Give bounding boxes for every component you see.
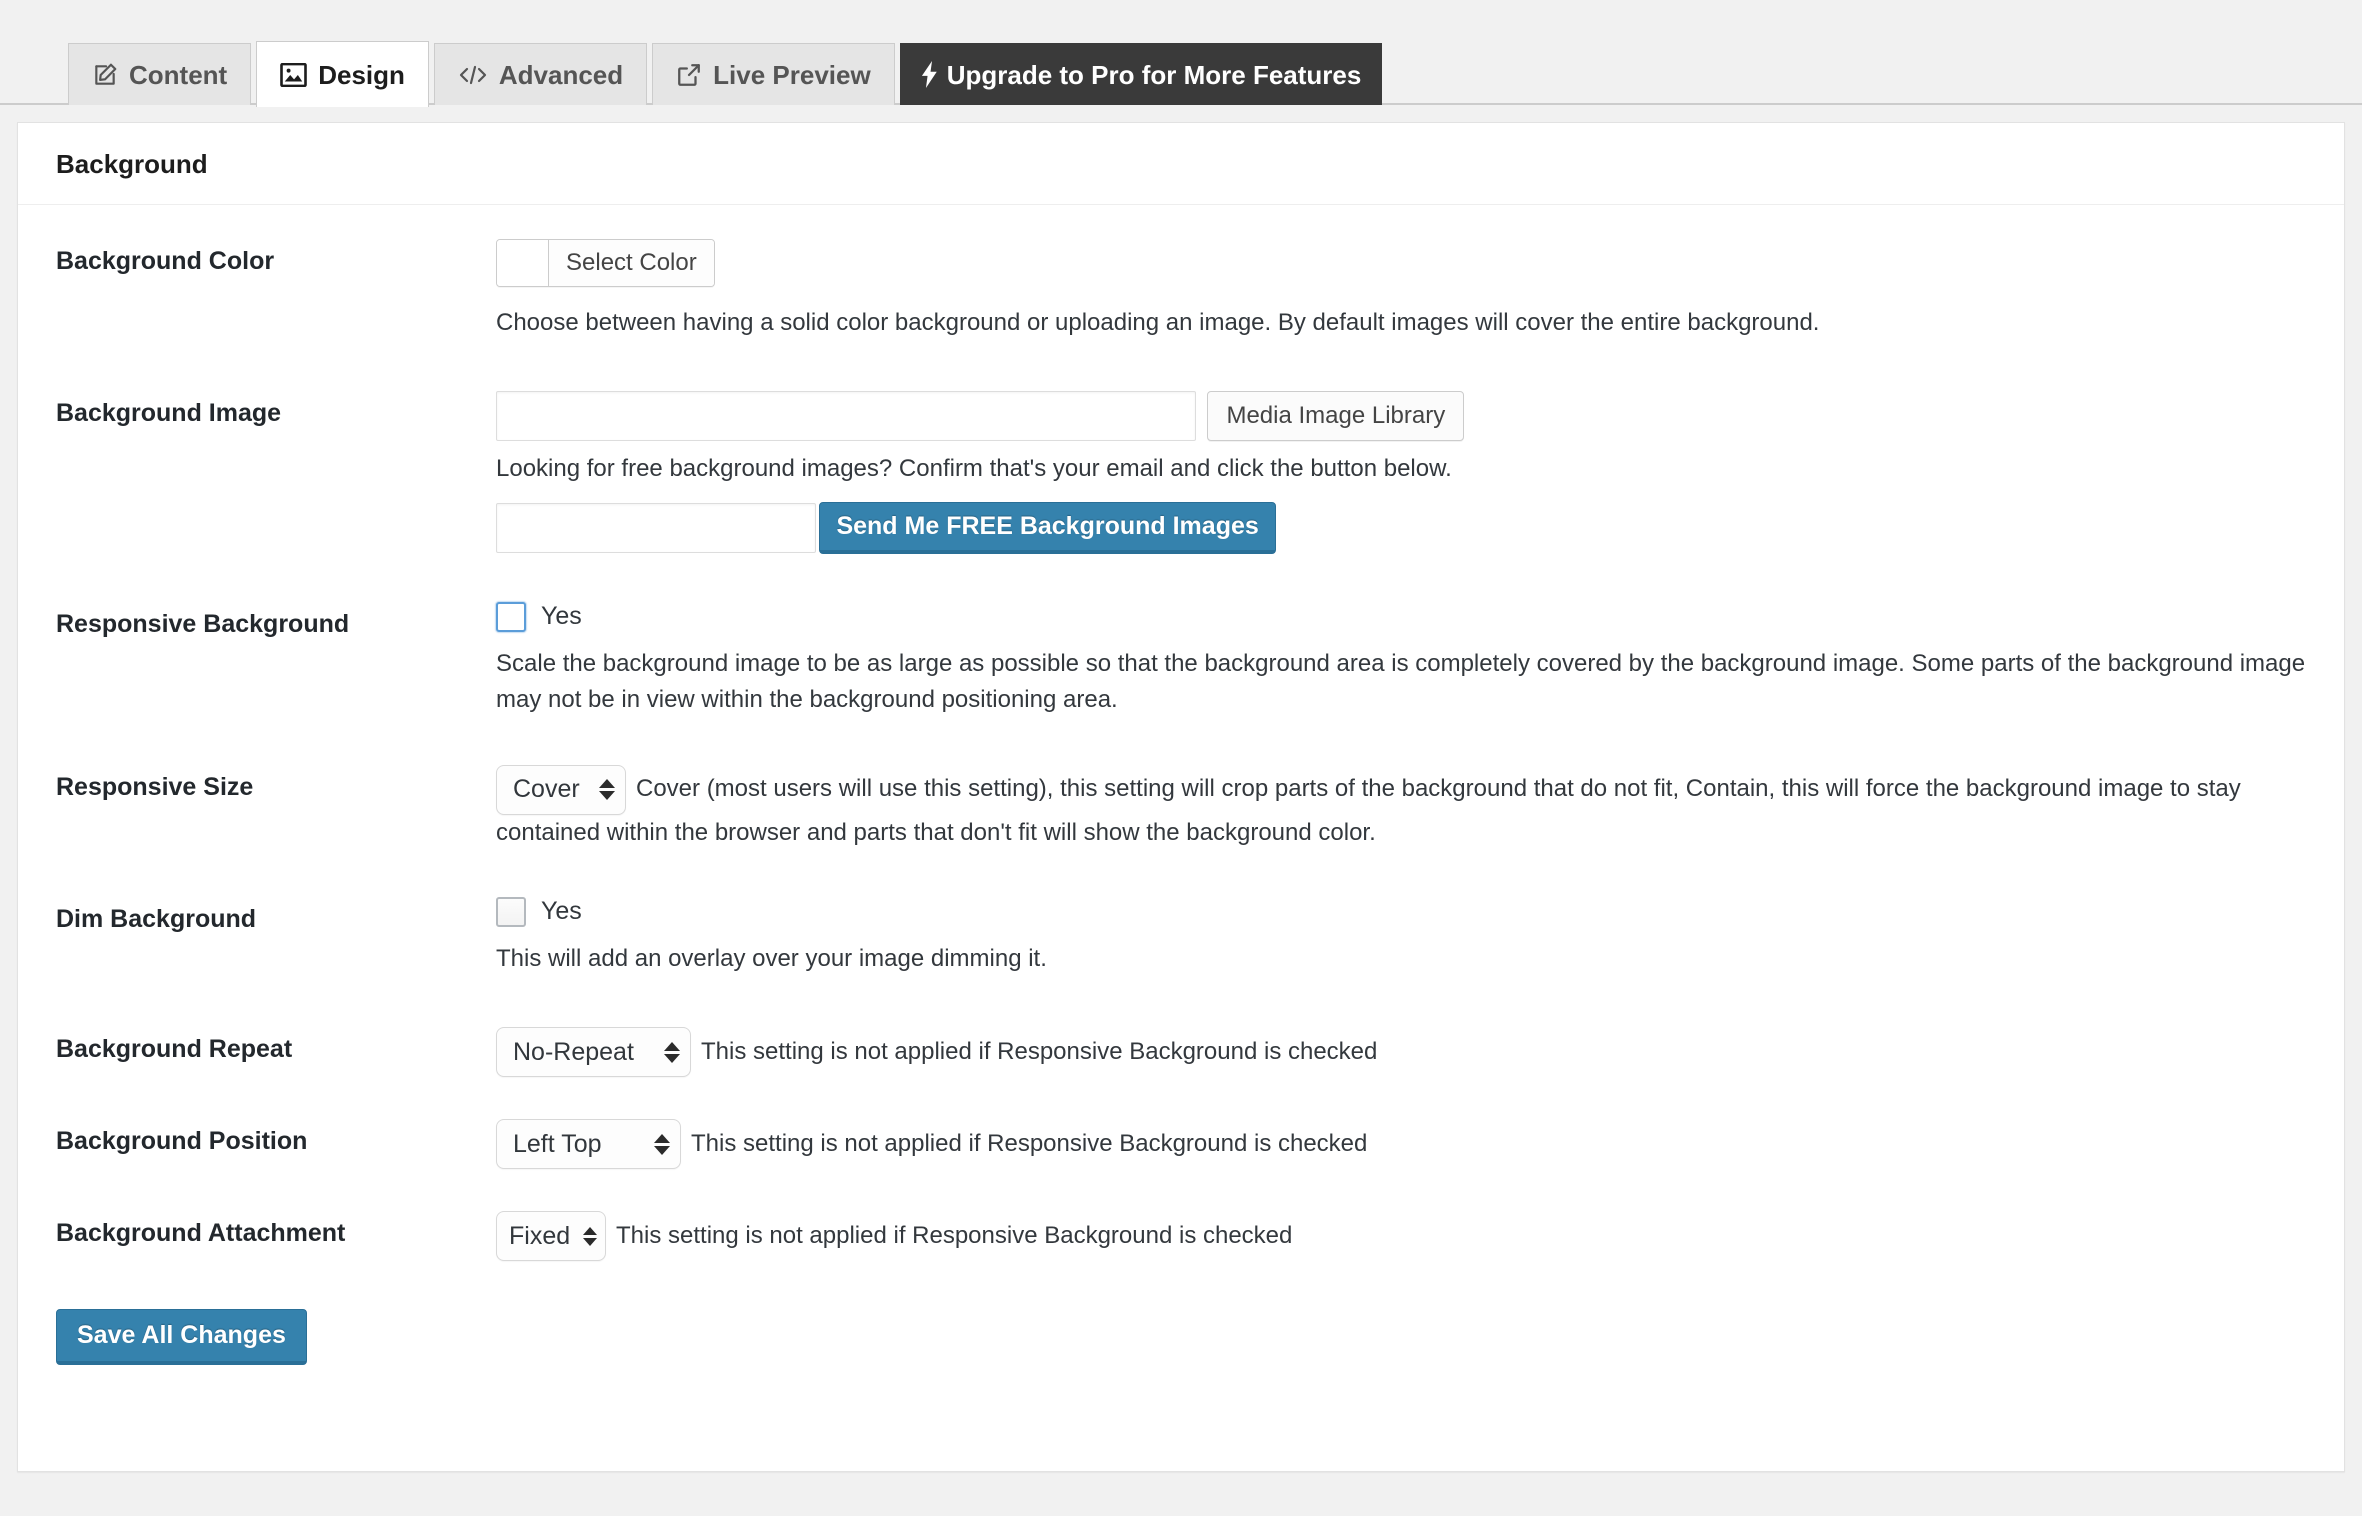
field-responsive-size: Cover Cover (most users will use this se… xyxy=(496,764,2306,851)
tab-content-label: Content xyxy=(129,59,228,90)
field-responsive-background: Yes Scale the background image to be as … xyxy=(496,601,2306,719)
label-dim-background: Dim Background xyxy=(56,904,257,933)
tab-upgrade-to-pro-label: Upgrade to Pro for More Features xyxy=(946,59,1362,90)
hint-responsive-background: Scale the background image to be as larg… xyxy=(496,649,2306,714)
tab-advanced[interactable]: Advanced xyxy=(433,43,648,105)
free-images-form: Send Me FREE Background Images xyxy=(496,501,2306,554)
responsive-background-checkbox[interactable] xyxy=(496,601,526,632)
background-repeat-select-value: No-Repeat xyxy=(513,1037,634,1066)
dim-background-checkbox[interactable] xyxy=(496,896,526,927)
background-position-select[interactable]: Left Top xyxy=(496,1119,681,1170)
chevron-updown-icon xyxy=(654,1133,670,1155)
field-background-attachment: Fixed This setting is not applied if Res… xyxy=(496,1211,2306,1262)
tab-design[interactable]: Design xyxy=(256,41,429,107)
label-background-position: Background Position xyxy=(56,1127,308,1156)
row-responsive-background: Responsive Background Yes Scale the back… xyxy=(18,601,2344,719)
media-image-library-button[interactable]: Media Image Library xyxy=(1207,391,1465,442)
chevron-updown-icon xyxy=(599,779,615,801)
pencil-square-icon xyxy=(92,62,118,88)
background-attachment-select-value: Fixed xyxy=(509,1221,571,1250)
responsive-size-select-value: Cover xyxy=(513,775,580,804)
label-background-image: Background Image xyxy=(56,399,282,428)
select-color-button[interactable]: Select Color xyxy=(496,239,715,287)
background-position-line: Left Top This setting is not applied if … xyxy=(496,1119,2306,1170)
hint-background-color: Choose between having a solid color back… xyxy=(496,309,1820,336)
background-repeat-line: No-Repeat This setting is not applied if… xyxy=(496,1027,2306,1078)
send-free-background-images-button[interactable]: Send Me FREE Background Images xyxy=(819,501,1276,554)
tab-design-label: Design xyxy=(318,59,405,90)
hint-background-repeat: This setting is not applied if Responsiv… xyxy=(701,1037,1378,1065)
field-dim-background: Yes This will add an overlay over your i… xyxy=(496,896,2306,977)
code-icon xyxy=(458,63,488,87)
hint-dim-background: This will add an overlay over your image… xyxy=(496,944,1047,972)
tab-advanced-label: Advanced xyxy=(498,59,624,90)
select-color-button-label: Select Color xyxy=(549,240,714,286)
hint-background-attachment: This setting is not applied if Responsiv… xyxy=(616,1221,1293,1249)
responsive-size-select[interactable]: Cover xyxy=(496,764,626,815)
dim-background-checkline: Yes xyxy=(496,896,2306,927)
responsive-background-checkline: Yes xyxy=(496,601,2306,632)
background-attachment-select[interactable]: Fixed xyxy=(496,1211,606,1262)
field-background-position: Left Top This setting is not applied if … xyxy=(496,1119,2306,1170)
hint-responsive-size: Cover (most users will use this setting)… xyxy=(496,775,2241,846)
responsive-background-checkbox-label[interactable]: Yes xyxy=(541,602,582,631)
label-background-repeat: Background Repeat xyxy=(56,1035,293,1064)
field-background-color: Select Color Choose between having a sol… xyxy=(496,239,2306,341)
dim-background-checkbox-label[interactable]: Yes xyxy=(541,897,582,926)
panel-title: Background xyxy=(18,123,2344,205)
responsive-size-line: Cover Cover (most users will use this se… xyxy=(496,764,2306,851)
row-background-attachment: Background Attachment Fixed This setting… xyxy=(18,1211,2344,1262)
color-swatch xyxy=(497,240,549,286)
hint-background-image: Looking for free background images? Conf… xyxy=(496,455,1452,483)
image-icon xyxy=(280,62,308,87)
background-position-select-value: Left Top xyxy=(513,1129,602,1158)
tab-live-preview-label: Live Preview xyxy=(713,59,871,90)
settings-panel: Background Background Color Select Color… xyxy=(17,122,2345,1472)
save-bar: Save All Changes xyxy=(18,1309,2344,1417)
label-responsive-size: Responsive Size xyxy=(56,772,254,801)
background-image-input[interactable] xyxy=(496,391,1196,442)
tab-content[interactable]: Content xyxy=(68,43,252,105)
save-all-changes-button[interactable]: Save All Changes xyxy=(56,1309,307,1366)
field-background-image: Media Image Library Looking for free bac… xyxy=(496,391,2306,554)
row-responsive-size: Responsive Size Cover Cover (most users … xyxy=(18,764,2344,851)
label-background-attachment: Background Attachment xyxy=(56,1219,346,1248)
label-responsive-background: Responsive Background xyxy=(56,609,350,638)
row-background-repeat: Background Repeat No-Repeat This setting… xyxy=(18,1027,2344,1078)
field-background-repeat: No-Repeat This setting is not applied if… xyxy=(496,1027,2306,1078)
external-link-icon xyxy=(676,62,702,88)
chevron-updown-icon xyxy=(664,1041,680,1063)
tab-list: Content Design Advanced Live Preview Upg… xyxy=(68,41,1383,107)
label-background-color: Background Color xyxy=(56,247,275,275)
background-repeat-select[interactable]: No-Repeat xyxy=(496,1027,691,1078)
row-background-image: Background Image Media Image Library Loo… xyxy=(18,391,2344,554)
row-dim-background: Dim Background Yes This will add an over… xyxy=(18,896,2344,977)
background-attachment-line: Fixed This setting is not applied if Res… xyxy=(496,1211,2306,1262)
chevron-updown-icon xyxy=(583,1226,597,1246)
row-background-position: Background Position Left Top This settin… xyxy=(18,1119,2344,1170)
tab-upgrade-to-pro[interactable]: Upgrade to Pro for More Features xyxy=(899,43,1383,105)
tab-live-preview[interactable]: Live Preview xyxy=(652,43,895,105)
panel-body: Background Color Select Color Choose bet… xyxy=(18,205,2344,1417)
lightning-bolt-icon xyxy=(921,61,939,88)
tab-bar: Content Design Advanced Live Preview Upg… xyxy=(0,0,2362,107)
free-images-email-input[interactable] xyxy=(496,502,816,553)
row-background-color: Background Color Select Color Choose bet… xyxy=(18,239,2344,341)
hint-background-position: This setting is not applied if Responsiv… xyxy=(691,1129,1368,1157)
